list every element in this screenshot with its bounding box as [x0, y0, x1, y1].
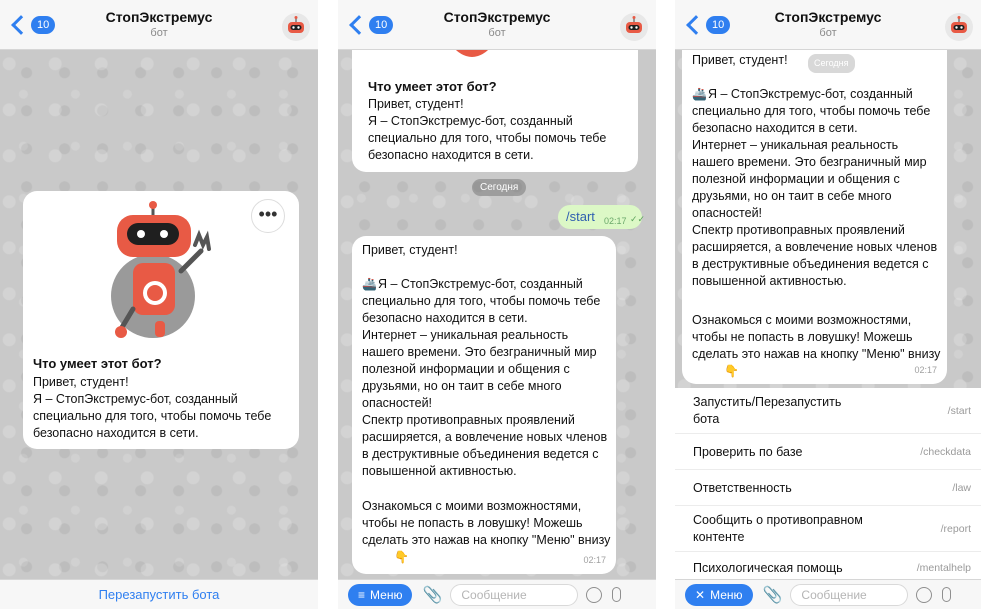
command-label: Запустить/Перезапустить бота [693, 395, 842, 426]
sticker-icon[interactable] [586, 586, 603, 603]
screen-chat: 10 СтопЭкстремус бот Что умеет этот бот?… [338, 0, 656, 609]
intro-heading: Что умеет этот бот? [33, 356, 162, 371]
reply-outro: Ознакомься с моими возможностями, чтобы … [362, 499, 611, 547]
menu-button[interactable]: ✕ Меню [685, 583, 753, 606]
reply-body: Я – СтопЭкстремус-бот, созданный специал… [692, 87, 938, 288]
screen-menu-open: 10 СтопЭкстремус бот Привет, студент! Се… [675, 0, 981, 609]
date-separator: Сегодня [808, 54, 855, 73]
command-code: /report [940, 523, 971, 535]
message-time: 02:17 [583, 555, 606, 565]
hamburger-icon: ≡ [358, 587, 366, 602]
reply-body: Я – СтопЭкстремус-бот, созданный специал… [362, 277, 608, 478]
microphone-icon[interactable] [942, 587, 952, 602]
chat-subtitle: бот [150, 27, 168, 39]
menu-label: Меню [370, 587, 403, 602]
microphone-icon[interactable] [612, 587, 622, 602]
screen-intro: 10 СтопЭкстремус бот ••• Что умеет этот … [0, 0, 318, 609]
robot-avatar-icon[interactable] [282, 13, 310, 41]
bot-intro-card: Что умеет этот бот? Привет, студент! Я –… [352, 44, 638, 172]
command-label: Психологическая помощь [693, 561, 843, 575]
message-composer: ≡ Меню 📎 Сообщение [338, 579, 656, 609]
chat-header: 10 СтопЭкстремус бот [338, 0, 656, 50]
outgoing-message: /start 02:17 ✓✓ [558, 205, 646, 229]
chat-title-block[interactable]: СтопЭкстремус бот [338, 9, 656, 39]
more-dots-icon[interactable]: ••• [251, 199, 285, 233]
start-command-text[interactable]: /start [566, 208, 595, 225]
command-label: Проверить по базе [693, 445, 803, 459]
bottom-bar: Перезапустить бота [0, 579, 318, 609]
restart-bot-button[interactable]: Перезапустить бота [0, 587, 318, 602]
paperclip-icon[interactable]: 📎 [422, 585, 442, 605]
command-label: Ответственность [693, 481, 792, 495]
message-time: 02:17 [604, 216, 627, 226]
reply-greeting: Привет, студент! [692, 53, 788, 67]
chat-title: СтопЭкстремус [774, 9, 882, 25]
command-code: /checkdata [920, 446, 971, 458]
chat-title-block[interactable]: СтопЭкстремус бот [675, 9, 981, 39]
reply-outro: Ознакомься с моими возможностями, чтобы … [692, 313, 941, 361]
command-item-checkdata[interactable]: Проверить по базе /checkdata [675, 434, 981, 470]
command-label: Сообщить о противоправном контенте [693, 513, 863, 544]
reply-greeting: Привет, студент! [362, 243, 458, 257]
intro-body: Привет, студент! Я – СтопЭкстремус-бот, … [368, 97, 607, 162]
command-item-law[interactable]: Ответственность /law [675, 470, 981, 506]
command-item-mentalhelp[interactable]: Психологическая помощь /mentalhelp [675, 552, 981, 582]
point-down-emoji: 👇 [724, 364, 739, 378]
bot-command-menu: Запустить/Перезапустить бота /start Пров… [675, 388, 981, 579]
chat-subtitle: бот [819, 27, 837, 39]
bot-reply-message: Привет, студент! 🚢 Я – СтопЭкстремус-бот… [352, 236, 616, 574]
robot-avatar-icon[interactable] [945, 13, 973, 41]
message-input[interactable]: Сообщение [450, 583, 579, 606]
double-check-icon: ✓✓ [630, 214, 646, 224]
command-code: /start [947, 405, 971, 417]
robot-illustration [111, 201, 211, 338]
message-composer: ✕ Меню 📎 Сообщение [675, 579, 981, 609]
close-icon: ✕ [695, 587, 706, 602]
intro-heading: Что умеет этот бот? [368, 79, 497, 94]
date-separator: Сегодня [472, 179, 527, 196]
command-item-start[interactable]: Запустить/Перезапустить бота /start [675, 388, 981, 434]
bot-intro-card: ••• Что умеет этот бот? Привет, студент!… [23, 191, 299, 449]
bot-reply-message: Привет, студент! Сегодня 🚢 Я – СтопЭкстр… [682, 44, 947, 384]
message-input[interactable]: Сообщение [790, 583, 909, 606]
command-item-report[interactable]: Сообщить о противоправном контенте /repo… [675, 506, 981, 552]
point-down-emoji: 👇 [394, 550, 409, 564]
intro-body: Привет, студент! Я – СтопЭкстремус-бот, … [33, 375, 272, 440]
chat-header: 10 СтопЭкстремус бот [0, 0, 318, 50]
robot-avatar-icon[interactable] [620, 13, 648, 41]
chat-title: СтопЭкстремус [105, 9, 213, 25]
chat-header: 10 СтопЭкстремус бот [675, 0, 981, 50]
menu-label: Меню [710, 587, 743, 602]
command-code: /law [952, 482, 971, 494]
message-time: 02:17 [914, 365, 937, 375]
chat-title-block[interactable]: СтопЭкстремус бот [0, 9, 318, 39]
chat-title: СтопЭкстремус [443, 9, 551, 25]
sticker-icon[interactable] [916, 586, 933, 603]
paperclip-icon[interactable]: 📎 [763, 585, 783, 605]
chat-subtitle: бот [488, 27, 506, 39]
menu-button[interactable]: ≡ Меню [348, 583, 413, 606]
command-code: /mentalhelp [916, 562, 971, 574]
